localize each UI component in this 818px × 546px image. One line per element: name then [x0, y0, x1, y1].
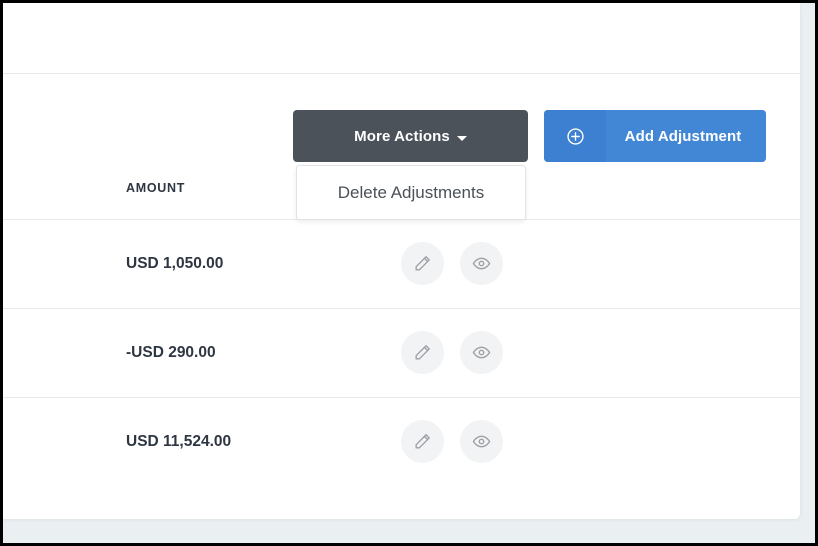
edit-row-button[interactable]: [401, 242, 444, 285]
cell-amount: USD 1,050.00: [126, 254, 224, 272]
chevron-down-icon: [456, 135, 467, 141]
card-header-strip: [3, 3, 800, 73]
table-row: -USD 290.00: [3, 308, 801, 397]
edit-row-button[interactable]: [401, 331, 444, 374]
more-actions-dropdown-menu: Delete Adjustments: [296, 165, 526, 220]
more-actions-button[interactable]: More Actions: [293, 110, 528, 162]
pencil-icon: [413, 254, 432, 273]
pencil-icon: [413, 343, 432, 362]
cell-actions: [401, 397, 503, 486]
content-card: AMOUNT USD 1,050.00 -USD 290.00 USD 11,5…: [3, 3, 801, 519]
plus-circle-icon: [544, 110, 606, 162]
table-header-amount: AMOUNT: [126, 181, 186, 195]
more-actions-label: More Actions: [354, 127, 450, 145]
edit-row-button[interactable]: [401, 420, 444, 463]
cell-amount: USD 11,524.00: [126, 432, 232, 450]
view-row-button[interactable]: [460, 420, 503, 463]
cell-actions: [401, 308, 503, 397]
add-adjustment-button[interactable]: Add Adjustment: [544, 110, 766, 162]
menu-item-delete-adjustments[interactable]: Delete Adjustments: [338, 183, 484, 203]
divider-header: [3, 73, 800, 74]
view-row-button[interactable]: [460, 242, 503, 285]
table-row: USD 1,050.00: [3, 219, 801, 308]
eye-icon: [472, 343, 491, 362]
cell-actions: [401, 219, 503, 308]
eye-icon: [472, 254, 491, 273]
view-row-button[interactable]: [460, 331, 503, 374]
screenshot-frame: AMOUNT USD 1,050.00 -USD 290.00 USD 11,5…: [0, 0, 818, 546]
pencil-icon: [413, 432, 432, 451]
cell-amount: -USD 290.00: [126, 343, 216, 361]
eye-icon: [472, 432, 491, 451]
table-row: USD 11,524.00: [3, 397, 801, 486]
add-adjustment-label: Add Adjustment: [606, 110, 766, 162]
